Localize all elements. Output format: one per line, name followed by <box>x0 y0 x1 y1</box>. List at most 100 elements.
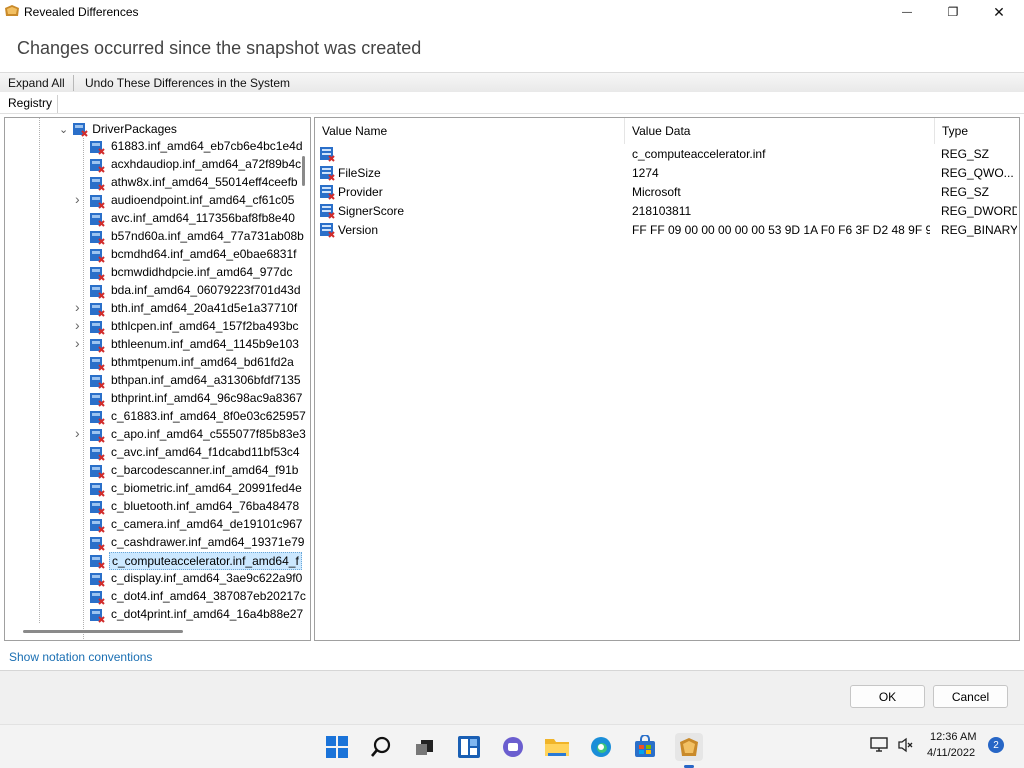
undo-differences-button[interactable]: Undo These Differences in the System <box>85 76 290 90</box>
clock-date[interactable]: 4/11/2022 <box>927 747 975 759</box>
tree-item[interactable]: › c_apo.inf_amd64_c555077f85b83e3 <box>5 425 306 444</box>
network-icon[interactable] <box>868 734 890 756</box>
tree-horizontal-scrollbar[interactable] <box>5 624 310 640</box>
tree-item[interactable]: › bthleenum.inf_amd64_1145b9e103 <box>5 335 305 354</box>
column-header-type[interactable]: Type <box>935 118 1019 144</box>
value-row[interactable]: c_computeaccelerator.inf REG_SZ <box>315 145 1019 164</box>
chevron-right-icon[interactable]: › <box>75 317 85 333</box>
tree-item[interactable]: bcmwdidhdpcie.inf_amd64_977dc <box>5 264 305 282</box>
tree-item[interactable]: c_dot4.inf_amd64_387087eb20217c <box>5 588 306 606</box>
tree-item[interactable]: athw8x.inf_amd64_55014eff4ceefb <box>5 174 305 192</box>
tree-item[interactable]: bcmdhd64.inf_amd64_e0bae6831f <box>5 246 305 264</box>
tree-item[interactable]: 61883.inf_amd64_eb7cb6e4bc1e4d <box>5 138 305 156</box>
volume-muted-icon[interactable] <box>895 734 917 756</box>
chevron-right-icon[interactable]: › <box>75 299 85 315</box>
taskbar: 12:36 AM 4/11/2022 2 <box>0 724 1024 768</box>
file-explorer-icon[interactable] <box>543 733 571 761</box>
tree-item[interactable]: › audioendpoint.inf_amd64_cf61c05 <box>5 191 305 210</box>
value-row[interactable]: Provider Microsoft REG_SZ <box>315 183 1019 202</box>
close-button[interactable]: ✕ <box>976 0 1022 24</box>
notification-badge[interactable]: 2 <box>988 737 1004 753</box>
tab-registry[interactable]: Registry <box>3 95 59 113</box>
clock-time[interactable]: 12:36 AM <box>930 731 976 743</box>
ok-button[interactable]: OK <box>850 685 925 708</box>
chevron-right-icon[interactable]: › <box>75 335 85 351</box>
tree-root-row[interactable]: ⌄ DriverPackages <box>59 120 177 138</box>
tree-item-label: bthleenum.inf_amd64_1145b9e103 <box>111 337 299 351</box>
tree-item-label: c_bluetooth.inf_amd64_76ba48478 <box>111 499 300 513</box>
tree-item[interactable]: avc.inf_amd64_117356baf8fb8e40 <box>5 210 305 228</box>
edge-icon[interactable] <box>587 733 615 761</box>
tree-item[interactable]: c_biometric.inf_amd64_20991fed4e <box>5 480 305 498</box>
registry-value-icon <box>319 222 335 238</box>
chevron-right-icon[interactable]: › <box>75 425 85 441</box>
tree-item[interactable]: c_bluetooth.inf_amd64_76ba48478 <box>5 498 305 516</box>
tree-item-label: c_display.inf_amd64_3ae9c622a9f0 <box>111 571 303 585</box>
registry-tree[interactable]: ⌄ DriverPackages 61883.inf_amd64_eb7cb6e… <box>4 117 311 641</box>
expand-all-button[interactable]: Expand All <box>8 76 65 90</box>
tree-item[interactable]: c_camera.inf_amd64_de19101c967 <box>5 516 305 534</box>
value-row[interactable]: Version FF FF 09 00 00 00 00 00 53 9D 1A … <box>315 221 1019 240</box>
tree-item[interactable]: bthprint.inf_amd64_96c98ac9a8367 <box>5 390 305 408</box>
widgets-icon[interactable] <box>455 733 483 761</box>
notation-conventions-link[interactable]: Show notation conventions <box>9 650 152 664</box>
store-icon[interactable] <box>631 733 659 761</box>
registry-value-icon <box>319 184 335 200</box>
column-header-name[interactable]: Value Name <box>315 118 625 144</box>
value-row[interactable]: SignerScore 218103811 REG_DWORD <box>315 202 1019 221</box>
maximize-button[interactable]: ❐ <box>930 0 976 24</box>
tree-item-label: c_barcodescanner.inf_amd64_f91b <box>111 463 299 477</box>
value-data: Microsoft <box>632 185 681 199</box>
minimize-button[interactable]: — <box>884 0 930 24</box>
tree-item[interactable]: c_computeaccelerator.inf_amd64_f <box>5 552 305 570</box>
tree-item[interactable]: c_barcodescanner.inf_amd64_f91b <box>5 462 305 480</box>
value-type: REG_SZ <box>941 147 990 161</box>
cancel-button[interactable]: Cancel <box>933 685 1008 708</box>
app-icon[interactable] <box>675 733 703 761</box>
tree-item[interactable]: c_display.inf_amd64_3ae9c622a9f0 <box>5 570 305 588</box>
tree-item-label: bthlcpen.inf_amd64_157f2ba493bc <box>111 319 299 333</box>
tree-item[interactable]: c_cashdrawer.inf_amd64_19371e79 <box>5 534 305 552</box>
value-name: Version <box>338 223 379 237</box>
tab-strip: Registry <box>0 92 1024 114</box>
tree-item[interactable]: bthmtpenum.inf_amd64_bd61fd2a <box>5 354 305 372</box>
tree-item[interactable]: › bth.inf_amd64_20a41d5e1a37710f <box>5 299 305 318</box>
windows-start-icon[interactable] <box>323 733 351 761</box>
tree-item[interactable]: c_61883.inf_amd64_8f0e03c625957 <box>5 408 306 426</box>
tree-item[interactable]: c_avc.inf_amd64_f1dcabd11bf53c4 <box>5 444 305 462</box>
value-row[interactable]: FileSize 1274 REG_QWO... <box>315 164 1019 183</box>
registry-key-icon <box>89 320 105 335</box>
tree-item-label: bcmwdidhdpcie.inf_amd64_977dc <box>111 265 293 279</box>
registry-values-list[interactable]: Value Name Value Data Type c_computeacce… <box>314 117 1020 641</box>
tree-item-label: c_apo.inf_amd64_c555077f85b83e3 <box>111 427 306 441</box>
registry-key-icon <box>89 428 105 443</box>
tree-item-label: c_biometric.inf_amd64_20991fed4e <box>111 481 302 495</box>
search-icon[interactable] <box>367 733 395 761</box>
value-type: REG_DWORD <box>941 204 1017 218</box>
tree-item-label: c_61883.inf_amd64_8f0e03c625957 <box>111 409 306 423</box>
tree-item-label: bthprint.inf_amd64_96c98ac9a8367 <box>111 391 303 405</box>
value-data: 1274 <box>632 166 659 180</box>
tree-item[interactable]: acxhdaudiop.inf_amd64_a72f89b4c <box>5 156 305 174</box>
chevron-down-icon[interactable]: ⌄ <box>59 123 68 136</box>
scroll-thumb[interactable] <box>23 630 183 633</box>
toolbar: Expand All Undo These Differences in the… <box>0 72 1024 92</box>
tree-item[interactable]: bda.inf_amd64_06079223f701d43d <box>5 282 305 300</box>
tree-item[interactable]: bthpan.inf_amd64_a31306bfdf7135 <box>5 372 305 390</box>
registry-key-icon <box>89 158 105 173</box>
tree-root-label: DriverPackages <box>92 122 177 136</box>
column-header-data[interactable]: Value Data <box>625 118 935 144</box>
registry-value-icon <box>319 165 335 181</box>
chevron-right-icon[interactable]: › <box>75 191 85 207</box>
tree-item-label: c_cashdrawer.inf_amd64_19371e79 <box>111 535 305 549</box>
tree-item[interactable]: c_dot4print.inf_amd64_16a4b88e27 <box>5 606 305 624</box>
tree-item[interactable]: b57nd60a.inf_amd64_77a731ab08b <box>5 228 305 246</box>
registry-value-icon <box>319 146 335 162</box>
tree-item[interactable]: › bthlcpen.inf_amd64_157f2ba493bc <box>5 317 305 336</box>
tree-item-label: bthpan.inf_amd64_a31306bfdf7135 <box>111 373 301 387</box>
tree-vertical-scrollbar[interactable] <box>298 118 310 623</box>
value-name: Provider <box>338 185 383 199</box>
scroll-thumb[interactable] <box>302 156 305 186</box>
task-view-icon[interactable] <box>411 733 439 761</box>
chat-icon[interactable] <box>499 733 527 761</box>
